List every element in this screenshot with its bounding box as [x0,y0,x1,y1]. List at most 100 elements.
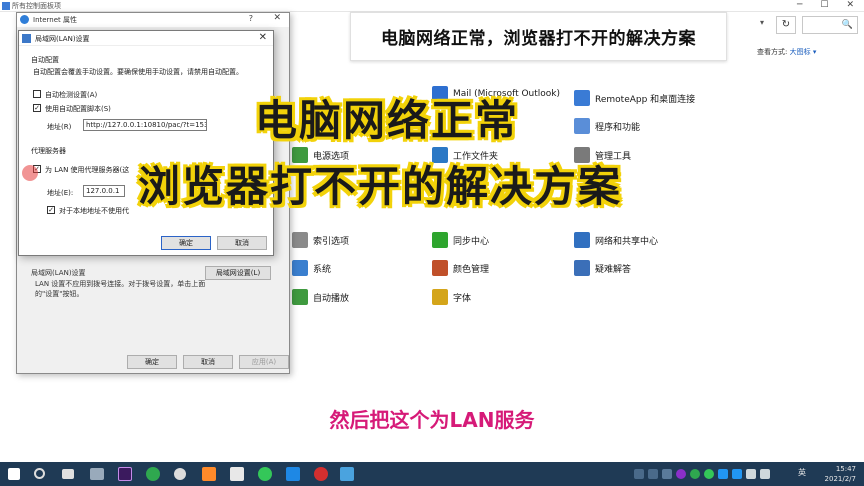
refresh-button[interactable]: ↻ [776,16,796,34]
dialog-title: 局域网(LAN)设置 [35,35,90,43]
cp-item-label: 系统 [313,264,332,275]
cp-item-system[interactable]: 系统 [292,260,331,276]
auto-config-title: 自动配置 [31,56,59,64]
tray-icon[interactable] [648,469,658,479]
cp-item-autoplay[interactable]: 自动播放 [292,289,349,305]
bypass-local-label: 对于本地地址不使用代 [59,207,129,215]
clock[interactable]: 15:47 2021/2/7 [825,464,856,484]
minimize-button[interactable]: ─ [797,0,802,10]
search-icon[interactable] [34,468,45,479]
settings-gear-icon[interactable] [174,468,186,480]
sync-icon [432,232,448,248]
view-by-label: 查看方式: [757,48,788,56]
cp-item-label: 自动播放 [313,293,350,304]
input-language[interactable]: 英 [798,468,806,478]
cancel-button[interactable]: 取消 [183,355,233,369]
cp-item-sync-center[interactable]: 同步中心 [432,232,489,248]
cp-item-troubleshooting[interactable]: 疑难解答 [574,260,631,276]
ok-button[interactable]: 确定 [161,236,211,250]
network-icon [574,232,590,248]
tray-icon[interactable] [690,469,700,479]
view-by[interactable]: 查看方式: 大图标 ▾ [757,47,816,57]
taskbar: 15:47 2021/2/7 英 [0,462,864,486]
tray-icon[interactable] [676,469,686,479]
address-label: 地址(R) [47,123,72,131]
topic-banner: 电脑网络正常，浏览器打不开的解决方案 [350,12,727,61]
remoteapp-icon [574,90,590,106]
control-panel-title: 所有控制面板项 [12,2,61,10]
close-button[interactable]: ✕ [259,32,267,43]
proxy-address-field[interactable]: 127.0.0.1 [83,185,125,197]
tray-icon[interactable] [634,469,644,479]
tray-icon[interactable] [662,469,672,479]
tray-icon[interactable] [732,469,742,479]
cp-item-label: 颜色管理 [453,264,490,275]
record-icon[interactable] [314,467,328,481]
cp-item-indexing[interactable]: 索引选项 [292,232,349,248]
close-button[interactable]: ✕ [846,0,854,10]
script-address-field[interactable]: http://127.0.0.1:10810/pac/?t=15360 [83,119,207,131]
cp-item-label: 网络和共享中心 [595,236,659,247]
overlay-title-line-2: 浏览器打不开的解决方案 [136,161,623,213]
help-button[interactable]: ? [249,14,253,23]
system-icon [292,260,308,276]
maximize-button[interactable]: ☐ [820,0,828,10]
use-script-label: 使用自动配置脚本(S) [45,105,111,113]
cp-item-remoteapp[interactable]: RemoteApp 和桌面连接 [574,90,695,106]
tray-icon[interactable] [704,469,714,479]
use-proxy-label: 为 LAN 使用代理服务器(这 [45,166,130,174]
cp-item-programs[interactable]: 程序和功能 [574,118,640,134]
view-by-value[interactable]: 大图标 ▾ [790,48,817,56]
lan-settings-button[interactable]: 局域网设置(L) [205,266,271,280]
task-view-icon[interactable] [62,469,74,479]
color-management-icon [432,260,448,276]
wechat-icon[interactable] [258,467,272,481]
programs-icon [574,118,590,134]
apply-button[interactable]: 应用(A) [239,355,289,369]
app-icon[interactable] [286,467,300,481]
click-highlight [22,165,38,181]
browser-icon[interactable] [146,467,160,481]
control-panel-icon [2,2,10,10]
dialog-titlebar: Internet 属性 ? ✕ [17,13,289,27]
video-subtitle: 然后把这个为LAN服务 [329,408,535,432]
dialog-titlebar: 局域网(LAN)设置 ✕ [19,31,273,46]
bypass-local-checkbox[interactable]: ✓ [47,206,55,214]
ok-button[interactable]: 确定 [127,355,177,369]
cp-item-network[interactable]: 网络和共享中心 [574,232,658,248]
cp-item-label: 疑难解答 [595,264,632,275]
cp-item-label: 同步中心 [453,236,490,247]
close-button[interactable]: ✕ [273,13,281,23]
cancel-button[interactable]: 取消 [217,236,267,250]
cp-item-fonts[interactable]: 字体 [432,289,471,305]
network-tray-icon[interactable] [746,469,756,479]
auto-detect-checkbox[interactable] [33,90,41,98]
tray-icon[interactable] [718,469,728,479]
file-explorer-icon[interactable] [90,468,104,480]
start-windows-icon[interactable] [8,468,20,480]
lan-description: LAN 设置不应用到拨号连接。对于拨号设置，单击上面的"设置"按钮。 [35,280,206,298]
troubleshooting-icon [574,260,590,276]
window-controls: ─ ☐ ✕ [797,0,860,10]
clock-time: 15:47 [835,465,856,473]
control-panel-taskbar-icon[interactable] [340,467,354,481]
clock-date: 2021/2/7 [824,475,856,483]
auto-detect-label: 自动检测设置(A) [45,91,98,99]
volume-icon[interactable] [760,469,770,479]
app-icon[interactable] [230,467,244,481]
auto-config-description: 自动配置会覆盖手动设置。要确保使用手动设置，请禁用自动配置。 [33,68,243,76]
address-dropdown-icon[interactable]: ▾ [760,18,764,27]
cp-item-label: RemoteApp 和桌面连接 [595,94,696,105]
proxy-address-label: 地址(E): [47,189,74,197]
premiere-icon[interactable] [118,467,132,481]
lan-settings-icon [22,34,31,43]
app-icon[interactable] [202,467,216,481]
indexing-icon [292,232,308,248]
autoplay-icon [292,289,308,305]
use-script-checkbox[interactable]: ✓ [33,104,41,112]
search-input[interactable]: 🔍 [802,16,858,34]
control-panel-titlebar: 所有控制面板项 ─ ☐ ✕ [0,0,864,12]
cp-item-color-management[interactable]: 颜色管理 [432,260,489,276]
cp-item-label: 索引选项 [313,236,350,247]
overlay-title-line-1: 电脑网络正常 [253,95,520,147]
